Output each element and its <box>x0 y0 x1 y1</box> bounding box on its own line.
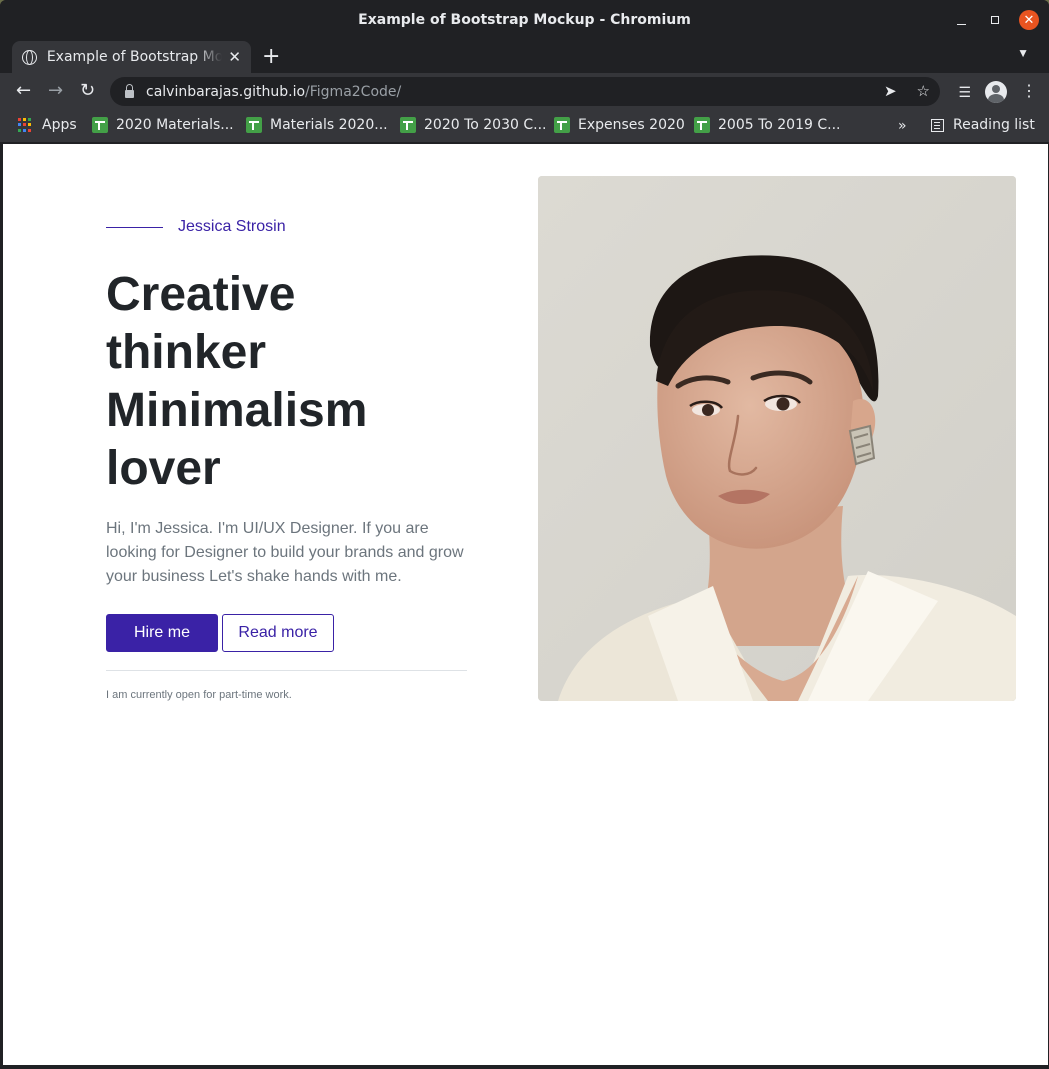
browser-toolbar: ← → ↻ calvinbarajas.github.io/Figma2Code… <box>0 73 1049 110</box>
bookmark-item[interactable]: Materials 2020... <box>246 117 388 133</box>
new-tab-button[interactable]: + <box>262 44 280 69</box>
headline-line: lover <box>106 442 221 495</box>
bookmark-label: Apps <box>42 117 77 133</box>
omnibox-icons: ➤ ☆ <box>884 82 930 100</box>
bookmark-label: 2005 To 2019 C... <box>718 117 841 133</box>
bookmarks-bar: Apps 2020 Materials... Materials 2020...… <box>0 110 1049 143</box>
browser-window: Example of Bootstrap Mockup - Chromium ✕… <box>0 0 1049 1069</box>
back-arrow-icon[interactable]: ← <box>16 81 31 101</box>
minimize-button[interactable] <box>951 10 971 30</box>
hero-intro: Hi, I'm Jessica. I'm UI/UX Designer. If … <box>106 520 464 585</box>
send-icon[interactable]: ➤ <box>884 82 897 100</box>
sheets-icon <box>554 117 570 133</box>
tab-search-chevron-icon[interactable]: ▼ <box>1017 46 1029 60</box>
eyebrow-line <box>106 226 163 228</box>
tab-strip: Example of Bootstrap Mockup - Chromium ✕… <box>0 40 1049 73</box>
read-more-button[interactable]: Read more <box>222 614 334 652</box>
tab-close-icon[interactable]: ✕ <box>228 48 241 66</box>
bookmark-label: Expenses 2020 <box>578 117 685 133</box>
headline-line: Creative <box>106 268 296 321</box>
minimize-icon <box>956 23 966 25</box>
bookmark-label: 2020 To 2030 C... <box>424 117 547 133</box>
hire-me-button[interactable]: Hire me <box>106 614 218 652</box>
url-path: /Figma2Code/ <box>305 83 402 100</box>
reload-icon[interactable]: ↻ <box>80 81 95 101</box>
tab-title: Example of Bootstrap Mockup - Chromium <box>46 49 223 65</box>
divider <box>106 670 467 671</box>
availability-note: I am currently open for part-time work. <box>106 689 292 701</box>
tab-active[interactable]: Example of Bootstrap Mockup - Chromium ✕ <box>12 41 251 73</box>
sheets-icon <box>694 117 710 133</box>
url-host: calvinbarajas.github.io <box>146 83 306 100</box>
reading-list-icon <box>931 118 944 132</box>
window-controls: ✕ <box>951 10 1039 30</box>
bookmark-item[interactable]: 2020 To 2030 C... <box>400 117 546 133</box>
maximize-button[interactable] <box>985 10 1005 30</box>
headline-line: thinker <box>106 326 267 379</box>
page-content: Jessica Strosin Creative thinker Minimal… <box>3 144 1048 1065</box>
bookmark-item[interactable]: 2005 To 2019 C... <box>694 117 840 133</box>
headline-line: Minimalism <box>106 384 368 437</box>
forward-arrow-icon[interactable]: → <box>48 81 63 101</box>
address-bar[interactable]: calvinbarajas.github.io/Figma2Code/ ➤ ☆ <box>110 77 940 106</box>
window-title: Example of Bootstrap Mockup - Chromium <box>358 12 691 28</box>
toolbar-actions: ☰ ⋮ <box>958 81 1037 103</box>
globe-icon <box>22 49 37 65</box>
menu-kebab-icon[interactable]: ⋮ <box>1021 84 1037 100</box>
author-name: Jessica Strosin <box>178 218 286 235</box>
bookmarks-overflow-button[interactable]: » <box>898 118 907 134</box>
portrait-image <box>538 176 1016 701</box>
close-icon: ✕ <box>1023 12 1035 27</box>
bookmark-star-icon[interactable]: ☆ <box>917 82 930 100</box>
lock-icon[interactable] <box>125 83 134 98</box>
reading-list-button[interactable]: Reading list <box>931 117 1035 133</box>
bookmark-apps[interactable]: Apps <box>18 117 77 133</box>
title-bar: Example of Bootstrap Mockup - Chromium ✕ <box>0 0 1049 40</box>
apps-grid-icon <box>18 118 32 132</box>
bookmark-item[interactable]: 2020 Materials... <box>92 117 234 133</box>
hero-headline: Creative thinker Minimalism lover <box>106 266 486 498</box>
media-queue-icon[interactable]: ☰ <box>958 84 971 101</box>
sheets-icon <box>92 117 108 133</box>
bookmark-label: Materials 2020... <box>270 117 388 133</box>
sheets-icon <box>246 117 262 133</box>
bookmark-label: 2020 Materials... <box>116 117 234 133</box>
bookmark-item[interactable]: Expenses 2020 <box>554 117 685 133</box>
profile-avatar-icon[interactable] <box>985 81 1007 103</box>
sheets-icon <box>400 117 416 133</box>
close-window-button[interactable]: ✕ <box>1019 10 1039 30</box>
reading-list-label: Reading list <box>953 117 1035 133</box>
portrait-illustration <box>538 176 1016 701</box>
maximize-icon <box>991 16 999 24</box>
author-eyebrow: Jessica Strosin <box>106 218 286 236</box>
